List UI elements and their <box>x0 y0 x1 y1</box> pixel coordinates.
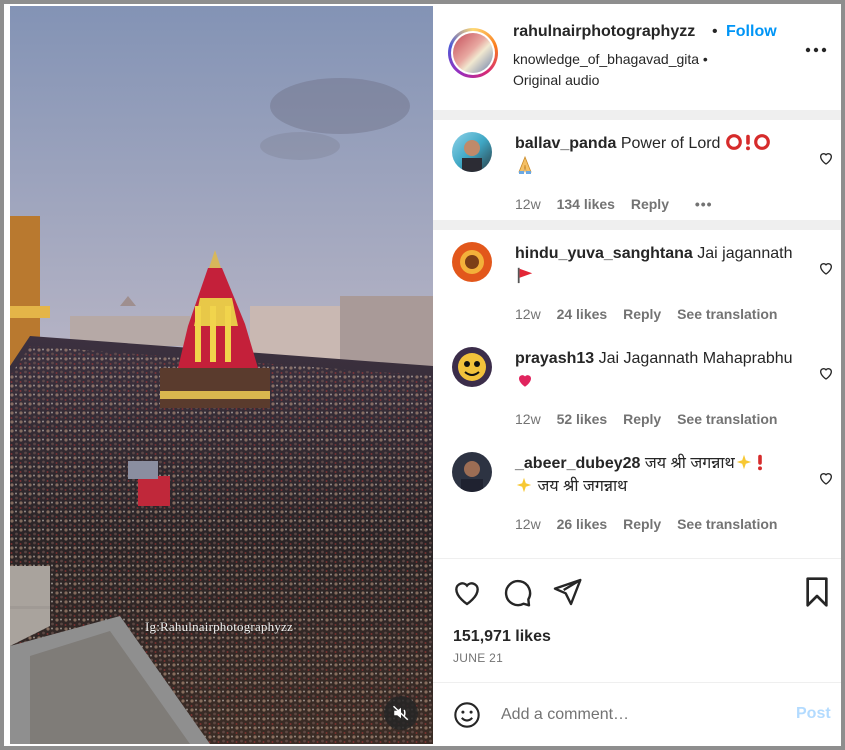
author-avatar[interactable] <box>448 28 498 78</box>
bookmark-icon[interactable] <box>801 576 833 608</box>
comment-likes[interactable]: 52 likes <box>557 411 608 427</box>
comment-item: prayash13 Jai Jagannath Mahaprabhu 12w 5… <box>433 335 841 439</box>
avatar-portrait <box>460 250 484 274</box>
comment-body: _abeer_dubey28 जय श्री जगन्नाथ जय श्री ज… <box>515 452 800 498</box>
reply-button[interactable]: Reply <box>631 196 669 212</box>
comment-username[interactable]: _abeer_dubey28 <box>515 455 640 472</box>
comment-age: 12w <box>515 196 541 212</box>
triangular-flag-icon <box>517 267 533 284</box>
see-translation-link[interactable]: See translation <box>677 516 777 532</box>
post-date: JUNE 21 <box>453 651 504 665</box>
comment-body: prayash13 Jai Jagannath Mahaprabhu <box>515 347 800 393</box>
comment-composer: Post <box>433 682 841 745</box>
comment-item: _abeer_dubey28 जय श्री जगन्नाथ जय श्री ज… <box>433 440 841 544</box>
header-separator: • <box>712 23 718 40</box>
avatar-portrait <box>458 353 486 381</box>
comment-meta: 12w 24 likes Reply See translation <box>515 306 789 322</box>
likes-count[interactable]: 151,971 likes <box>453 628 551 646</box>
sparkles-icon <box>736 454 751 470</box>
comment-likes[interactable]: 134 likes <box>557 196 615 212</box>
commenter-avatar[interactable] <box>452 347 492 387</box>
comment-meta: 12w 52 likes Reply See translation <box>515 411 789 427</box>
heart-icon[interactable] <box>818 470 834 486</box>
red-heart-icon <box>519 375 531 387</box>
comment-body: ballav_panda Power of Lord <box>515 132 800 179</box>
author-username[interactable]: rahulnairphotographyzz <box>513 23 695 41</box>
comment-options-icon[interactable]: ••• <box>695 196 713 212</box>
reply-button[interactable]: Reply <box>623 516 661 532</box>
red-exclamation-icon <box>745 134 750 151</box>
heart-icon[interactable] <box>818 260 834 276</box>
reply-button[interactable]: Reply <box>623 411 661 427</box>
comment-text-continued: जय श्री जगन्नाथ <box>537 478 628 495</box>
photo-watermark: Ig:Rahulnairphotographyzz <box>145 619 293 634</box>
comment-likes[interactable]: 26 likes <box>557 516 608 532</box>
mute-button[interactable] <box>384 696 418 730</box>
post-comment-button[interactable]: Post <box>796 705 831 723</box>
comment-item: hindu_yuva_sanghtana Jai jagannath 12w 2… <box>433 230 841 334</box>
heart-icon[interactable] <box>818 150 834 166</box>
commenter-avatar[interactable] <box>452 452 492 492</box>
sparkles-icon <box>516 477 532 493</box>
comment-username[interactable]: hindu_yuva_sanghtana <box>515 245 693 262</box>
follow-button[interactable]: Follow <box>726 23 777 41</box>
audio-link[interactable]: Original audio <box>513 72 599 88</box>
tagged-account[interactable]: knowledge_of_bhagavad_gita • <box>513 51 708 67</box>
heart-icon[interactable] <box>818 365 834 381</box>
comment-text: Power of Lord <box>620 135 721 152</box>
comment-likes[interactable]: 24 likes <box>557 306 608 322</box>
avatar-portrait <box>462 140 482 172</box>
more-options-icon[interactable] <box>803 40 829 60</box>
comment-age: 12w <box>515 306 541 322</box>
post-sidebar: rahulnairphotographyzz • Follow knowledg… <box>433 6 841 744</box>
post-header: rahulnairphotographyzz • Follow knowledg… <box>433 6 841 110</box>
comment-username[interactable]: ballav_panda <box>515 135 616 152</box>
comment-body: hindu_yuva_sanghtana Jai jagannath <box>515 242 800 288</box>
comment-text: जय श्री जगन्नाथ <box>644 455 735 472</box>
folded-hands-icon <box>518 155 532 174</box>
hollow-red-circle-icon <box>754 134 770 150</box>
see-translation-link[interactable]: See translation <box>677 306 777 322</box>
comment-input[interactable] <box>501 701 781 729</box>
divider <box>433 220 841 230</box>
red-exclamation-icon <box>757 454 762 471</box>
like-heart-icon[interactable] <box>451 576 483 608</box>
commenter-avatar[interactable] <box>452 132 492 172</box>
divider <box>433 110 841 120</box>
commenter-avatar[interactable] <box>452 242 492 282</box>
avatar-portrait <box>461 461 483 492</box>
comment-username[interactable]: prayash13 <box>515 350 594 367</box>
hollow-red-circle-icon <box>726 134 742 150</box>
comment-text: Jai Jagannath Mahaprabhu <box>598 350 793 367</box>
comment-text: Jai jagannath <box>697 245 793 262</box>
speaker-muted-icon <box>392 705 409 721</box>
post-media[interactable]: Ig:Rahulnairphotographyzz <box>10 6 433 744</box>
comment-meta: 12w 26 likes Reply See translation <box>515 516 789 532</box>
see-translation-link[interactable]: See translation <box>677 411 777 427</box>
comment-icon[interactable] <box>501 576 533 608</box>
emoji-picker-icon[interactable] <box>453 701 481 729</box>
share-icon[interactable] <box>551 576 583 608</box>
comment-item: ballav_panda Power of Lord 12w 134 likes… <box>433 120 841 220</box>
reply-button[interactable]: Reply <box>623 306 661 322</box>
comment-meta: 12w 134 likes Reply ••• <box>515 196 725 212</box>
comment-age: 12w <box>515 516 541 532</box>
comment-age: 12w <box>515 411 541 427</box>
